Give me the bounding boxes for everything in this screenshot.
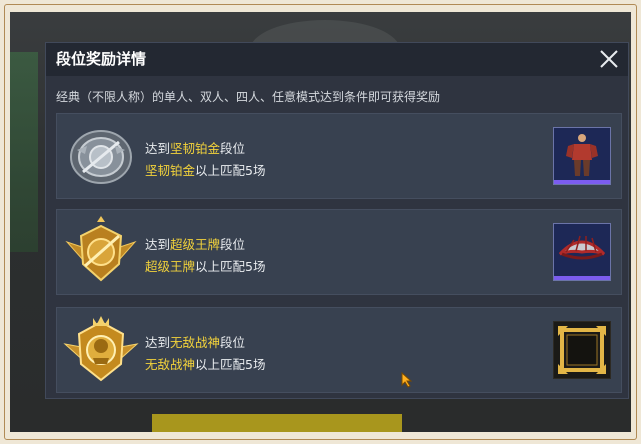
condition-tier: 超级王牌 xyxy=(145,259,196,274)
reach-prefix: 达到 xyxy=(145,141,171,156)
reward-row-conqueror: 达到无敌战神段位 无敌战神以上匹配5场 xyxy=(56,307,622,393)
condition-tier: 无敌战神 xyxy=(145,357,196,372)
reach-suffix: 段位 xyxy=(220,237,246,252)
reach-suffix: 段位 xyxy=(220,141,246,156)
close-button[interactable] xyxy=(596,46,622,72)
row-title: 达到坚韧铂金段位 xyxy=(145,138,245,157)
background-foliage xyxy=(10,52,38,252)
row-title: 达到无敌战神段位 xyxy=(145,332,245,351)
dialog-header: 段位奖励详情 xyxy=(46,43,628,76)
condition-text: 以上匹配 xyxy=(195,259,246,274)
rank-reward-dialog: 段位奖励详情 经典（不限人称）的单人、双人、四人、任意模式达到条件即可获得奖励 … xyxy=(46,43,628,398)
reward-row-platinum: 达到坚韧铂金段位 坚韧铂金以上匹配5场 xyxy=(56,113,622,199)
reward-rarity-bar xyxy=(554,180,610,184)
reach-prefix: 达到 xyxy=(145,335,171,350)
reward-row-ace: 达到超级王牌段位 超级王牌以上匹配5场 xyxy=(56,209,622,295)
dialog-subtitle: 经典（不限人称）的单人、双人、四人、任意模式达到条件即可获得奖励 xyxy=(56,90,441,104)
parachute-reward-icon[interactable] xyxy=(553,223,611,281)
row-condition: 坚韧铂金以上匹配5场 xyxy=(145,160,265,179)
tier-name: 超级王牌 xyxy=(170,237,221,252)
condition-tier: 坚韧铂金 xyxy=(145,163,196,178)
dialog-title: 段位奖励详情 xyxy=(56,50,147,68)
mouse-cursor-icon xyxy=(401,371,413,388)
reach-suffix: 段位 xyxy=(220,335,246,350)
background-button-strip xyxy=(152,414,402,432)
row-title: 达到超级王牌段位 xyxy=(145,234,245,253)
row-condition: 无敌战神以上匹配5场 xyxy=(145,354,265,373)
reward-rarity-bar xyxy=(554,276,610,280)
condition-text: 以上匹配 xyxy=(195,357,246,372)
platinum-badge-icon xyxy=(63,120,139,194)
tier-name: 无敌战神 xyxy=(170,335,221,350)
match-count: 5场 xyxy=(245,259,266,274)
avatar-frame-reward-icon[interactable] xyxy=(553,321,611,379)
outfit-reward-icon[interactable] xyxy=(553,127,611,185)
match-count: 5场 xyxy=(245,163,266,178)
tier-name: 坚韧铂金 xyxy=(170,141,221,156)
reach-prefix: 达到 xyxy=(145,237,171,252)
ace-badge-icon xyxy=(63,216,139,290)
row-condition: 超级王牌以上匹配5场 xyxy=(145,256,265,275)
condition-text: 以上匹配 xyxy=(195,163,246,178)
match-count: 5场 xyxy=(245,357,266,372)
close-icon xyxy=(600,50,618,68)
conqueror-badge-icon xyxy=(63,314,139,388)
